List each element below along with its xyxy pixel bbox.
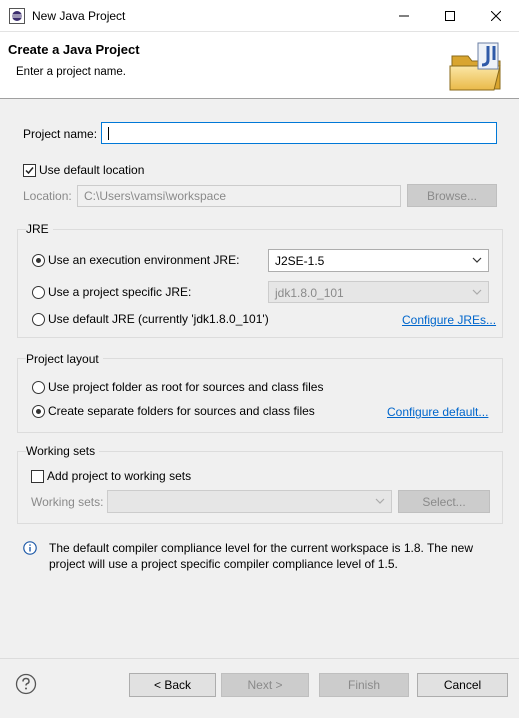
jre-specific-combo[interactable]: jdk1.8.0_101 — [268, 281, 489, 303]
working-sets-label: Working sets: — [31, 495, 104, 509]
layout-root-label: Use project folder as root for sources a… — [48, 380, 324, 394]
jre-env-combo[interactable]: J2SE-1.5 — [268, 249, 489, 272]
banner-title: Create a Java Project — [8, 42, 140, 57]
project-layout-group — [17, 358, 503, 433]
browse-button[interactable]: Browse... — [407, 184, 497, 207]
back-button[interactable]: < Back — [129, 673, 216, 697]
chevron-down-icon — [472, 257, 482, 263]
add-to-working-sets-label: Add project to working sets — [47, 469, 192, 483]
use-default-location-label: Use default location — [39, 163, 145, 177]
working-sets-combo[interactable] — [107, 490, 392, 513]
project-name-input[interactable] — [101, 122, 497, 144]
chevron-down-icon — [472, 289, 482, 295]
footer-separator — [0, 658, 519, 659]
jre-default-label: Use default JRE (currently 'jdk1.8.0_101… — [48, 312, 269, 326]
title-bar: New Java Project — [0, 0, 519, 32]
jre-env-label: Use an execution environment JRE: — [48, 253, 240, 267]
radio-selected-dot — [36, 409, 41, 414]
use-default-location-checkbox[interactable] — [23, 164, 36, 177]
project-layout-group-title: Project layout — [26, 352, 103, 366]
select-working-sets-button[interactable]: Select... — [398, 490, 490, 513]
minimize-icon — [399, 15, 409, 17]
add-to-working-sets-checkbox[interactable] — [31, 470, 44, 483]
wizard-banner: Create a Java Project Enter a project na… — [0, 32, 519, 99]
jre-env-radio[interactable] — [32, 254, 45, 267]
close-button[interactable] — [473, 0, 519, 32]
jre-default-radio[interactable] — [32, 313, 45, 326]
finish-button[interactable]: Finish — [319, 673, 409, 697]
chevron-down-icon — [375, 498, 385, 504]
minimize-button[interactable] — [381, 0, 427, 32]
text-cursor — [108, 127, 109, 140]
location-input[interactable]: C:\Users\vamsi\workspace — [77, 185, 401, 207]
layout-separate-label: Create separate folders for sources and … — [48, 404, 315, 418]
checkmark-icon — [25, 167, 34, 175]
maximize-icon — [445, 11, 455, 21]
compliance-info-message: The default compiler compliance level fo… — [49, 541, 473, 571]
banner-message: Enter a project name. — [16, 66, 126, 78]
maximize-button[interactable] — [427, 0, 473, 32]
help-icon[interactable] — [15, 673, 37, 695]
cancel-button[interactable]: Cancel — [417, 673, 508, 697]
layout-root-radio[interactable] — [32, 381, 45, 394]
configure-jres-link[interactable]: Configure JREs... — [402, 313, 496, 327]
next-button[interactable]: Next > — [221, 673, 309, 697]
info-icon — [23, 541, 37, 555]
radio-selected-dot — [36, 258, 41, 263]
working-sets-group — [17, 451, 503, 524]
java-project-folder-icon — [449, 42, 501, 91]
jre-env-value: J2SE-1.5 — [275, 254, 325, 268]
working-sets-group-title: Working sets — [26, 444, 100, 458]
jre-specific-radio[interactable] — [32, 286, 45, 299]
project-name-label: Project name: — [23, 127, 98, 141]
window-title: New Java Project — [32, 9, 126, 23]
configure-default-link[interactable]: Configure default... — [387, 405, 488, 419]
eclipse-app-icon — [9, 8, 25, 24]
jre-group-title: JRE — [26, 222, 53, 236]
jre-specific-value: jdk1.8.0_101 — [275, 286, 344, 300]
location-label: Location: — [23, 189, 72, 203]
layout-separate-radio[interactable] — [32, 405, 45, 418]
close-icon — [491, 11, 501, 21]
jre-specific-label: Use a project specific JRE: — [48, 285, 192, 299]
